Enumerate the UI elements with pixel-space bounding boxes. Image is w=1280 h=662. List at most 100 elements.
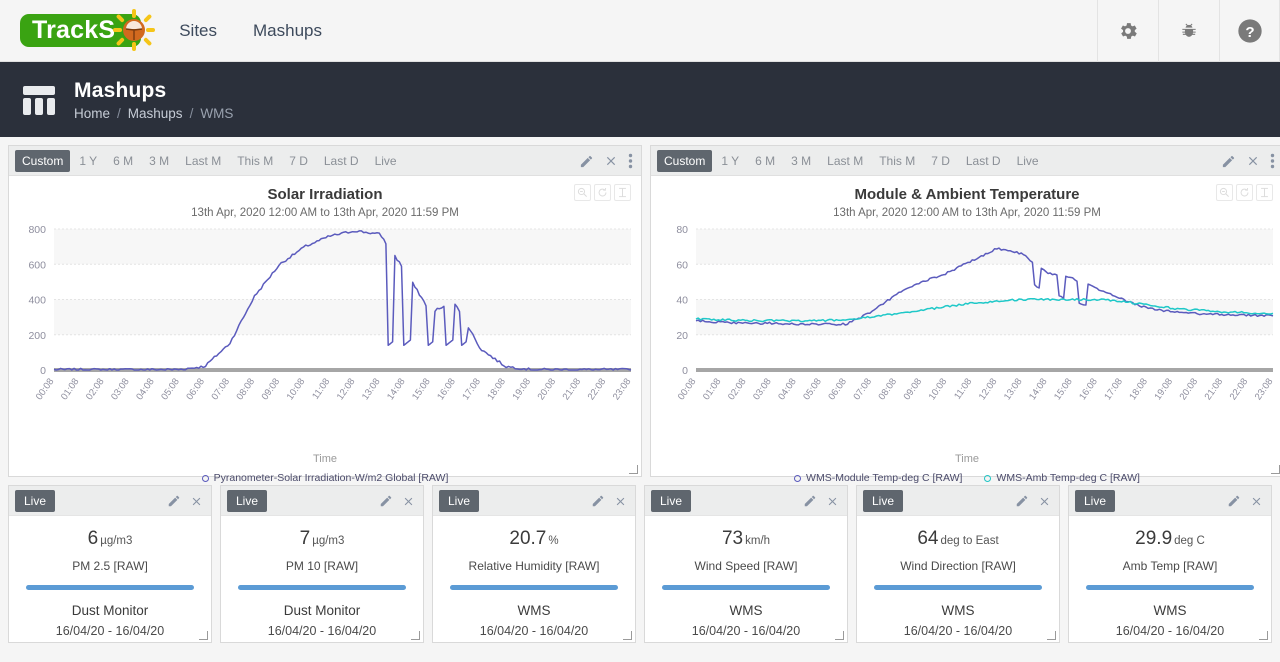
edit-tile-button[interactable] [591,494,605,508]
nav-link-mashups[interactable]: Mashups [253,21,322,41]
panel-resize-handle[interactable] [1271,465,1280,474]
reset-zoom-button[interactable] [1236,184,1253,201]
select-tool-button[interactable] [1256,184,1273,201]
close-tile-button[interactable] [190,495,203,508]
svg-text:01:08: 01:08 [59,376,82,402]
svg-text:07:08: 07:08 [209,376,232,402]
range-btn-1y[interactable]: 1 Y [72,150,104,172]
range-btn-6m[interactable]: 6 M [106,150,140,172]
tile-body: 29.9 deg C Amb Temp [RAW] WMS 16/04/20 - … [1069,516,1271,642]
svg-text:05:08: 05:08 [159,376,182,402]
svg-text:22:08: 22:08 [1228,376,1251,402]
dashboard-grid-icon [23,85,55,115]
edit-tile-button[interactable] [1015,494,1029,508]
legend-item[interactable]: WMS-Amb Temp-deg C [RAW] [984,472,1140,484]
nav-link-sites[interactable]: Sites [179,21,217,41]
live-badge[interactable]: Live [863,489,904,512]
chart-legend: Pyranometer-Solar Irradiation-W/m2 Globa… [9,472,641,484]
svg-text:14:08: 14:08 [385,376,408,402]
range-btn-this-m[interactable]: This M [230,150,280,172]
help-button[interactable]: ? [1219,0,1280,62]
svg-text:13:08: 13:08 [1002,376,1025,402]
close-panel-button[interactable] [604,154,618,168]
edit-panel-button[interactable] [1221,154,1236,169]
close-tile-button[interactable] [1038,495,1051,508]
bug-icon [1182,23,1196,37]
svg-text:0: 0 [40,365,46,377]
range-btn-live[interactable]: Live [1010,150,1046,172]
bug-report-button[interactable] [1158,0,1219,62]
live-badge[interactable]: Live [15,489,56,512]
range-btn-this-m[interactable]: This M [872,150,922,172]
tile-resize-handle[interactable] [199,631,208,640]
edit-tile-button[interactable] [1227,494,1241,508]
zoom-out-button[interactable] [574,184,591,201]
svg-text:00:08: 00:08 [34,376,57,402]
breadcrumb-item-mashups[interactable]: Mashups [128,106,183,121]
svg-text:05:08: 05:08 [801,376,824,402]
tile-date-range: 16/04/20 - 16/04/20 [267,624,377,638]
range-btn-custom[interactable]: Custom [657,149,713,172]
panel-menu-button[interactable] [628,153,633,169]
select-tool-button[interactable] [614,184,631,201]
range-btn-last-d[interactable]: Last D [959,150,1008,172]
close-tile-button[interactable] [1250,495,1263,508]
tile-device-name: WMS [1153,603,1187,618]
tile-body: 7 µg/m3 PM 10 [RAW] Dust Monitor 16/04/20… [221,516,423,642]
range-btn-last-d[interactable]: Last D [317,150,366,172]
range-btn-6m[interactable]: 6 M [748,150,782,172]
close-tile-button[interactable] [826,495,839,508]
edit-tile-button[interactable] [803,494,817,508]
close-tile-button[interactable] [614,495,627,508]
svg-text:04:08: 04:08 [776,376,799,402]
legend-item[interactable]: WMS-Module Temp-deg C [RAW] [794,472,962,484]
edit-tile-button[interactable] [379,494,393,508]
reset-icon [598,187,607,197]
close-tile-button[interactable] [402,495,415,508]
live-badge[interactable]: Live [227,489,268,512]
chart-legend: WMS-Module Temp-deg C [RAW] WMS-Amb Temp… [651,472,1280,484]
app-logo[interactable]: TrackS [20,9,156,51]
tile-value: 20.7% [509,528,558,550]
svg-text:19:08: 19:08 [1152,376,1175,402]
select-tool-icon [619,187,626,198]
edit-tile-button[interactable] [167,494,181,508]
range-btn-custom[interactable]: Custom [15,149,71,172]
tile-resize-handle[interactable] [835,631,844,640]
tile-resize-handle[interactable] [411,631,420,640]
range-btn-last-m[interactable]: Last M [820,150,870,172]
range-btn-last-m[interactable]: Last M [178,150,228,172]
panel-resize-handle[interactable] [629,465,638,474]
tile-value-number: 64 [917,528,939,549]
close-icon [1040,497,1049,505]
tile-resize-handle[interactable] [623,631,632,640]
legend-item[interactable]: Pyranometer-Solar Irradiation-W/m2 Globa… [201,472,448,484]
tile-value-number: 73 [721,528,744,549]
page-title: Mashups [74,78,167,102]
settings-button[interactable] [1097,0,1158,62]
tile-resize-handle[interactable] [1047,631,1056,640]
range-btn-1y[interactable]: 1 Y [714,150,746,172]
breadcrumb-item-home[interactable]: Home [74,106,110,121]
zoom-out-button[interactable] [1216,184,1233,201]
tile-date-range: 16/04/20 - 16/04/20 [691,624,801,638]
range-btn-live[interactable]: Live [368,150,404,172]
live-badge[interactable]: Live [651,489,692,512]
range-btn-3m[interactable]: 3 M [142,150,176,172]
metric-tile-pm10: Live 7 µg/m3 PM 10 [RAW] Dust Monitor 16/… [220,485,424,643]
range-btn-3m[interactable]: 3 M [784,150,818,172]
tile-resize-handle[interactable] [1259,631,1268,640]
svg-text:00:08: 00:08 [676,376,699,402]
edit-panel-button[interactable] [579,154,594,169]
reset-zoom-button[interactable] [594,184,611,201]
close-panel-button[interactable] [1246,154,1260,168]
live-badge[interactable]: Live [1075,489,1116,512]
tile-progress-bar [662,585,830,590]
panel-menu-button[interactable] [1270,153,1275,169]
svg-text:200: 200 [28,330,46,342]
range-btn-7d[interactable]: 7 D [282,150,315,172]
svg-text:16:08: 16:08 [435,376,458,402]
tile-progress-bar [450,585,618,590]
live-badge[interactable]: Live [439,489,480,512]
range-btn-7d[interactable]: 7 D [924,150,957,172]
